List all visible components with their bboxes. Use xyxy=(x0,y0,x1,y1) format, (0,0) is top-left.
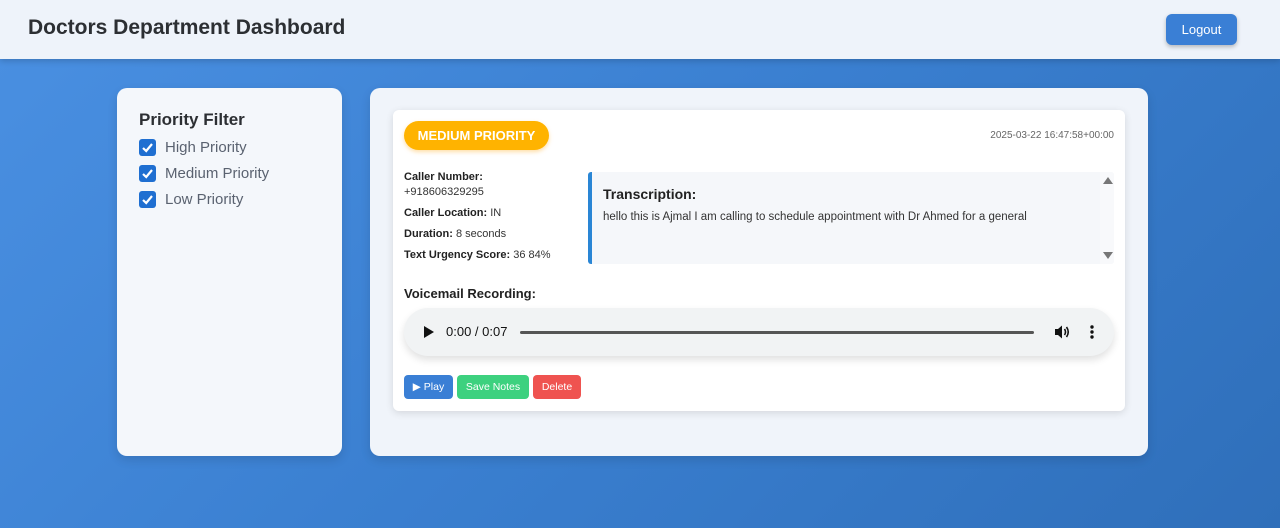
urgency-row: Text Urgency Score: 36 84% xyxy=(404,248,584,263)
caller-info: Caller Number: +918606329295 Caller Loca… xyxy=(404,170,584,269)
caller-location-label: Caller Location: xyxy=(404,207,488,219)
logout-button[interactable]: Logout xyxy=(1166,14,1237,45)
check-icon[interactable] xyxy=(139,164,156,182)
caller-number: +918606329295 xyxy=(404,186,484,198)
duration-row: Duration: 8 seconds xyxy=(404,227,584,242)
page-title: Doctors Department Dashboard xyxy=(28,16,346,39)
call-timestamp: 2025-03-22 16:47:58+00:00 xyxy=(990,130,1114,141)
delete-button[interactable]: Delete xyxy=(533,375,581,399)
filter-low-priority[interactable]: Low Priority xyxy=(139,189,243,209)
duration: 8 seconds xyxy=(455,228,507,240)
volume-icon[interactable] xyxy=(1054,324,1072,340)
audio-player: 0:00 / 0:07 xyxy=(404,308,1114,356)
play-button[interactable]: ▶ Play xyxy=(404,375,453,399)
seek-bar[interactable] xyxy=(520,331,1034,334)
scroll-down-icon[interactable] xyxy=(1103,252,1113,259)
transcription-box: Transcription: hello this is Ajmal I am … xyxy=(588,172,1114,264)
save-notes-button[interactable]: Save Notes xyxy=(457,375,529,399)
scroll-up-icon[interactable] xyxy=(1103,177,1113,184)
check-icon[interactable] xyxy=(139,138,156,156)
filter-medium-priority[interactable]: Medium Priority xyxy=(139,163,269,183)
filter-title: Priority Filter xyxy=(139,110,245,129)
voicemail-title: Voicemail Recording: xyxy=(404,286,536,301)
urgency-label: Text Urgency Score: xyxy=(404,249,511,261)
caller-location: IN xyxy=(490,207,502,219)
caller-number-row: Caller Number: +918606329295 xyxy=(404,170,584,200)
filter-label: Low Priority xyxy=(165,190,244,208)
urgency-score: 36 84% xyxy=(513,249,551,261)
more-vertical-icon[interactable] xyxy=(1090,324,1094,340)
play-icon[interactable] xyxy=(424,326,434,338)
check-icon[interactable] xyxy=(139,190,156,208)
caller-number-label: Caller Number: xyxy=(404,171,483,183)
priority-filter-panel: Priority Filter High Priority Medium Pri… xyxy=(117,88,342,456)
transcription-title: Transcription: xyxy=(603,186,697,202)
calls-panel: MEDIUM PRIORITY 2025-03-22 16:47:58+00:0… xyxy=(370,88,1148,456)
call-card: MEDIUM PRIORITY 2025-03-22 16:47:58+00:0… xyxy=(393,110,1125,411)
duration-label: Duration: xyxy=(404,228,453,240)
caller-location-row: Caller Location: IN xyxy=(404,206,584,221)
priority-badge: MEDIUM PRIORITY xyxy=(404,121,549,150)
filter-high-priority[interactable]: High Priority xyxy=(139,137,247,157)
filter-label: High Priority xyxy=(165,138,247,156)
filter-label: Medium Priority xyxy=(165,164,270,182)
player-time: 0:00 / 0:07 xyxy=(446,324,508,339)
top-bar: Doctors Department Dashboard Logout xyxy=(0,0,1280,59)
transcription-scrollbar[interactable] xyxy=(1100,172,1114,264)
transcription-text: hello this is Ajmal I am calling to sche… xyxy=(603,211,1027,223)
